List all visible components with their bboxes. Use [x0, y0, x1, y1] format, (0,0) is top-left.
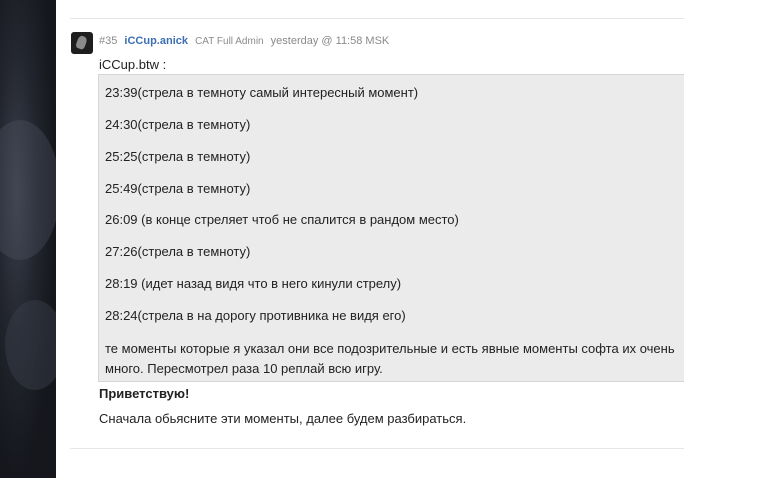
quote-line: 25:49(стрела в темноту) — [105, 181, 251, 196]
reply-greeting: Приветствую! — [99, 386, 190, 401]
quote-closing: те моменты которые я указал они все подо… — [105, 341, 675, 376]
post-panel: #35 iCCup.anick CAT Full Admin yesterday… — [56, 0, 758, 478]
quote-line: 27:26(стрела в темноту) — [105, 244, 251, 259]
background-art — [0, 0, 56, 478]
quote-line: 26:09 (в конце стреляет чтоб не спалится… — [105, 212, 459, 227]
quote-line: 28:19 (идет назад видя что в него кинули… — [105, 276, 402, 291]
background-shape — [5, 300, 56, 390]
post-meta: #35 iCCup.anick CAT Full Admin yesterday… — [99, 35, 389, 47]
divider — [70, 448, 684, 449]
quote-block: 23:39(стрела в темноту самый интересный … — [98, 74, 684, 382]
background-right — [758, 0, 768, 478]
post-number[interactable]: #35 — [99, 35, 117, 47]
avatar[interactable] — [71, 32, 93, 54]
reply-text: Сначала обьясните эти моменты, далее буд… — [99, 411, 467, 426]
author-role: CAT Full Admin — [195, 36, 264, 47]
background-shape — [0, 120, 56, 260]
quote-line: 24:30(стрела в темноту) — [105, 117, 251, 132]
quote-line: 23:39(стрела в темноту самый интересный … — [105, 85, 419, 100]
divider — [70, 18, 684, 19]
post-timestamp: yesterday @ 11:58 MSK — [270, 35, 390, 47]
quote-author: iCCup.btw : — [99, 57, 167, 72]
quote-line: 28:24(стрела в на дорогу противника не в… — [105, 308, 406, 323]
author-link[interactable]: iCCup.anick — [124, 35, 188, 47]
quote-line: 25:25(стрела в темноту) — [105, 149, 251, 164]
